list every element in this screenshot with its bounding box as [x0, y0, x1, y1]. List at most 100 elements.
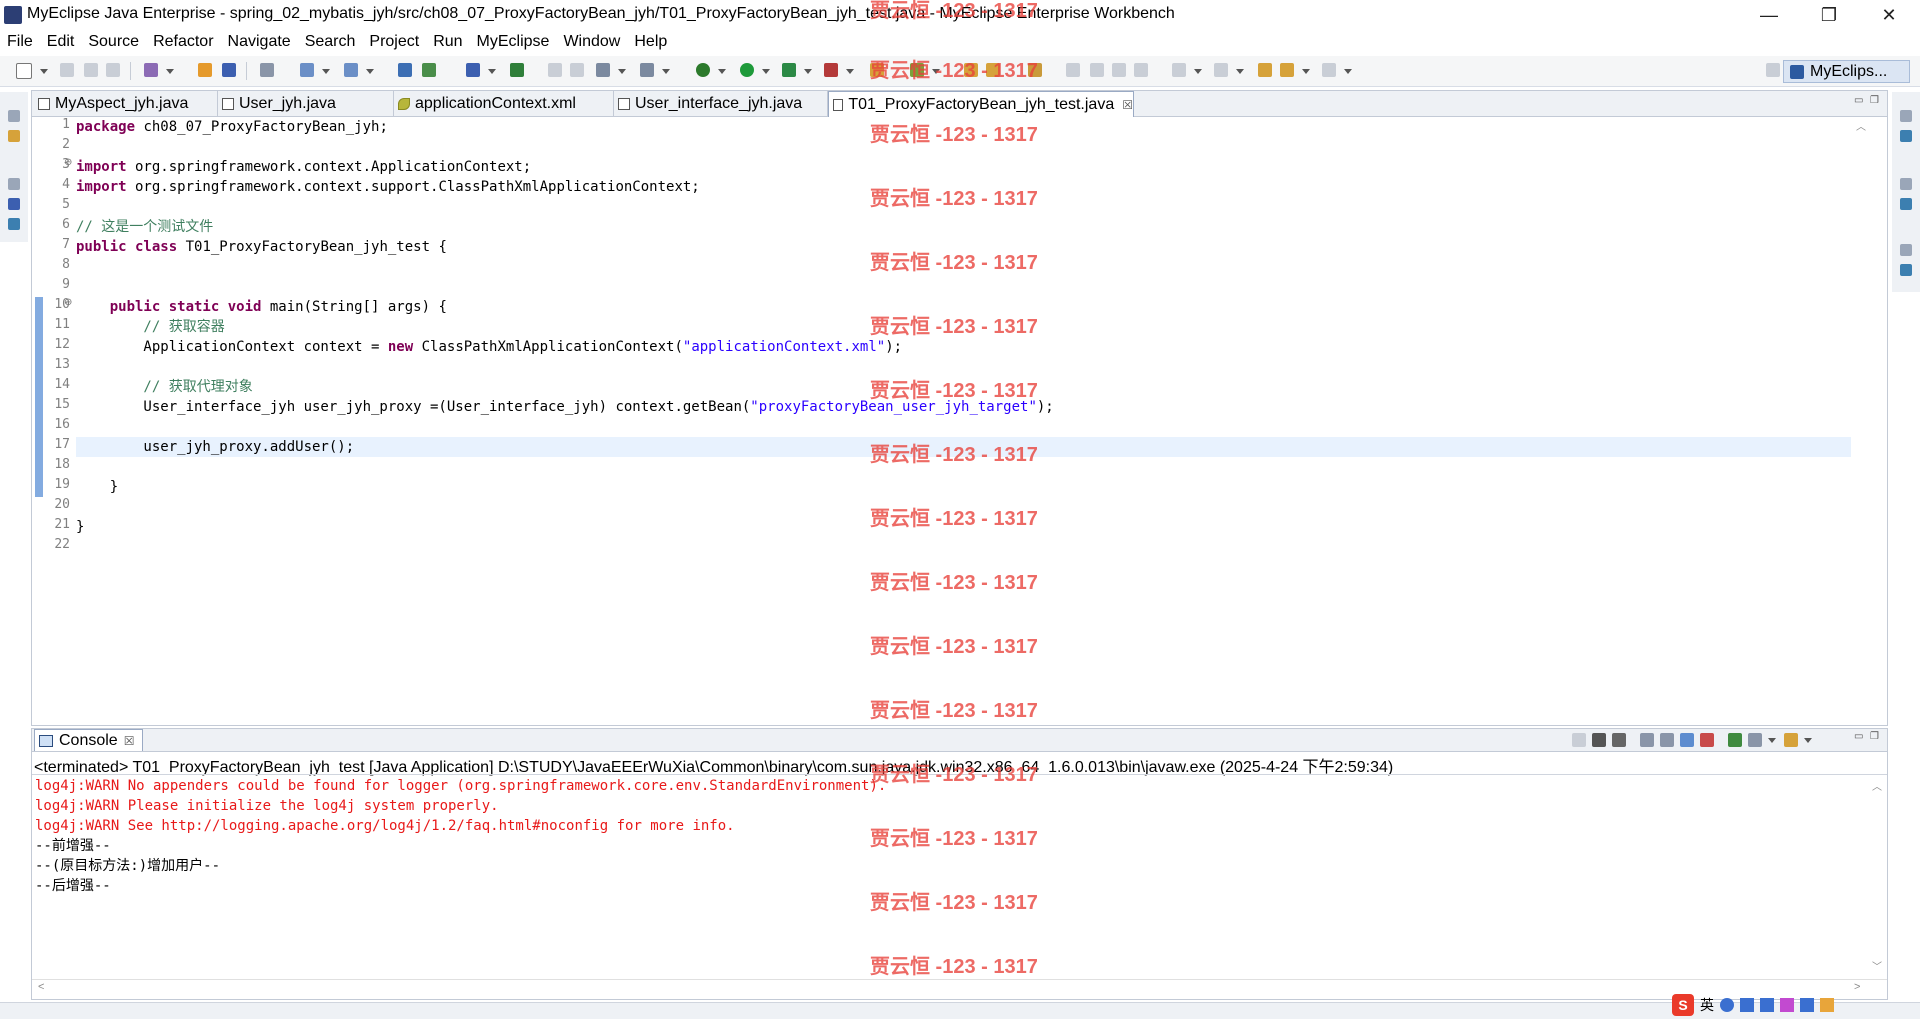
- console-line[interactable]: log4j:WARN Please initialize the log4j s…: [35, 796, 499, 816]
- clear-console-icon[interactable]: [1640, 733, 1654, 747]
- tab-myaspect-jyh[interactable]: MyAspect_jyh.java: [34, 91, 218, 116]
- external-tools-icon[interactable]: [824, 63, 838, 77]
- console-line[interactable]: log4j:WARN No appenders could be found f…: [35, 776, 886, 796]
- deploy-dropdown-icon[interactable]: [322, 69, 330, 74]
- outline-icon[interactable]: [8, 218, 20, 230]
- help-icon[interactable]: [1900, 130, 1912, 142]
- print-icon[interactable]: [106, 63, 120, 77]
- coverage-icon[interactable]: [782, 63, 796, 77]
- tab-user-jyh[interactable]: User_jyh.java: [218, 91, 394, 116]
- new-jsp-icon[interactable]: [466, 63, 480, 77]
- prev-annotation-icon[interactable]: [1214, 63, 1228, 77]
- debug-dropdown-icon[interactable]: [718, 69, 726, 74]
- package-explorer-icon[interactable]: [8, 130, 20, 142]
- close-button[interactable]: ✕: [1866, 0, 1912, 30]
- sogou-ime-icon[interactable]: S: [1672, 994, 1694, 1016]
- scroll-up-icon[interactable]: ︿: [1856, 118, 1866, 133]
- open-console-icon[interactable]: [1784, 733, 1798, 747]
- forward-icon[interactable]: [1322, 63, 1336, 77]
- scroll-right-icon[interactable]: >: [1854, 981, 1860, 993]
- server-icon[interactable]: [260, 63, 274, 77]
- menu-window[interactable]: Window: [556, 33, 627, 51]
- search-db-dropdown-icon[interactable]: [662, 69, 670, 74]
- menu-search[interactable]: Search: [298, 33, 363, 51]
- menu-source[interactable]: Source: [81, 33, 146, 51]
- run-dropdown-icon[interactable]: [762, 69, 770, 74]
- globe-icon[interactable]: [510, 63, 524, 77]
- code-line[interactable]: public static void main(String[] args) {: [76, 297, 447, 317]
- console-line[interactable]: --前增强--: [35, 836, 111, 856]
- console-horizontal-scrollbar[interactable]: < >: [32, 979, 1887, 996]
- fold-toggle-icon[interactable]: ⊖: [64, 297, 72, 308]
- menu-run[interactable]: Run: [426, 33, 469, 51]
- microphone-icon[interactable]: [1740, 998, 1754, 1012]
- skin-icon[interactable]: [1780, 998, 1794, 1012]
- maximize-view-icon[interactable]: ❐: [1870, 731, 1879, 742]
- scroll-down-icon[interactable]: ﹀: [1872, 958, 1882, 973]
- console-line[interactable]: log4j:WARN See http://logging.apache.org…: [35, 816, 735, 836]
- debug-icon[interactable]: [696, 63, 710, 77]
- menu-project[interactable]: Project: [362, 33, 426, 51]
- block-select-icon[interactable]: [1112, 63, 1126, 77]
- restore-view-icon[interactable]: [8, 110, 20, 122]
- punctuation-icon[interactable]: [1720, 998, 1734, 1012]
- scroll-up-icon[interactable]: ︿: [1872, 778, 1882, 793]
- console-line[interactable]: --(原目标方法:)增加用户--: [35, 856, 220, 876]
- menu-file[interactable]: File: [0, 33, 40, 51]
- minimize-view-icon[interactable]: ▭: [1854, 731, 1863, 742]
- terminate-icon[interactable]: [1572, 733, 1586, 747]
- toggle-mark-icon[interactable]: [1066, 63, 1080, 77]
- tab-close-icon[interactable]: ☒: [1122, 98, 1133, 112]
- server-run-icon[interactable]: [344, 63, 358, 77]
- code-line[interactable]: package ch08_07_ProxyFactoryBean_jyh;: [76, 117, 388, 137]
- next-annotation-icon[interactable]: [1172, 63, 1186, 77]
- hierarchy-icon[interactable]: [8, 198, 20, 210]
- web-services-icon[interactable]: [398, 63, 412, 77]
- toolbox-icon[interactable]: [1800, 998, 1814, 1012]
- save-all-icon[interactable]: [84, 63, 98, 77]
- restore-view-icon[interactable]: [1900, 244, 1912, 256]
- keyboard-icon[interactable]: [1760, 998, 1774, 1012]
- web-browser-icon[interactable]: [422, 63, 436, 77]
- menu-refactor[interactable]: Refactor: [146, 33, 220, 51]
- remove-all-icon[interactable]: [1612, 733, 1626, 747]
- outline-view-icon[interactable]: [1900, 198, 1912, 210]
- code-line[interactable]: // 这是一个测试文件: [76, 217, 213, 237]
- back-icon[interactable]: [1280, 63, 1294, 77]
- fold-toggle-icon[interactable]: ⊖: [64, 157, 72, 168]
- restore-button[interactable]: ❐: [1806, 0, 1852, 30]
- external-tools-dropdown-icon[interactable]: [846, 69, 854, 74]
- search-db-icon[interactable]: [640, 63, 654, 77]
- forward-dropdown-icon[interactable]: [1344, 69, 1352, 74]
- perspective-myeclipse-button[interactable]: MyEclips...: [1783, 60, 1910, 83]
- restore-view-icon[interactable]: [1900, 110, 1912, 122]
- tab-t01-proxyfactorybean-jyh-test[interactable]: T01_ProxyFactoryBean_jyh_test.java ☒: [828, 91, 1134, 117]
- show-whitespace-icon[interactable]: [1134, 63, 1148, 77]
- code-line[interactable]: ApplicationContext context = new ClassPa…: [76, 337, 902, 357]
- new-class-icon[interactable]: [222, 63, 236, 77]
- emoji-icon[interactable]: [1820, 998, 1834, 1012]
- open-type-dropdown-icon[interactable]: [166, 69, 174, 74]
- window-icon[interactable]: [596, 63, 610, 77]
- ime-language-indicator[interactable]: 英: [1700, 995, 1714, 1015]
- code-line[interactable]: // 获取代理对象: [76, 377, 252, 397]
- pen-icon[interactable]: [1090, 63, 1104, 77]
- code-line[interactable]: import org.springframework.context.suppo…: [76, 177, 700, 197]
- jsp-dropdown-icon[interactable]: [488, 69, 496, 74]
- back-dropdown-icon[interactable]: [1302, 69, 1310, 74]
- remove-launch-icon[interactable]: [1592, 733, 1606, 747]
- code-line[interactable]: // 获取容器: [76, 317, 224, 337]
- maximize-view-icon[interactable]: ❐: [1870, 95, 1879, 106]
- console-close-icon[interactable]: ☒: [124, 734, 135, 748]
- code-line[interactable]: }: [76, 477, 118, 497]
- code-line[interactable]: user_jyh_proxy.addUser();: [76, 437, 354, 457]
- properties-icon[interactable]: [1900, 264, 1912, 276]
- prev-annotation-dropdown-icon[interactable]: [1236, 69, 1244, 74]
- new-package-icon[interactable]: [198, 63, 212, 77]
- menu-navigate[interactable]: Navigate: [221, 33, 298, 51]
- back-history-icon[interactable]: [548, 63, 562, 77]
- forward-history-icon[interactable]: [570, 63, 584, 77]
- coverage-dropdown-icon[interactable]: [804, 69, 812, 74]
- display-console-icon[interactable]: [1748, 733, 1762, 747]
- next-annotation-dropdown-icon[interactable]: [1194, 69, 1202, 74]
